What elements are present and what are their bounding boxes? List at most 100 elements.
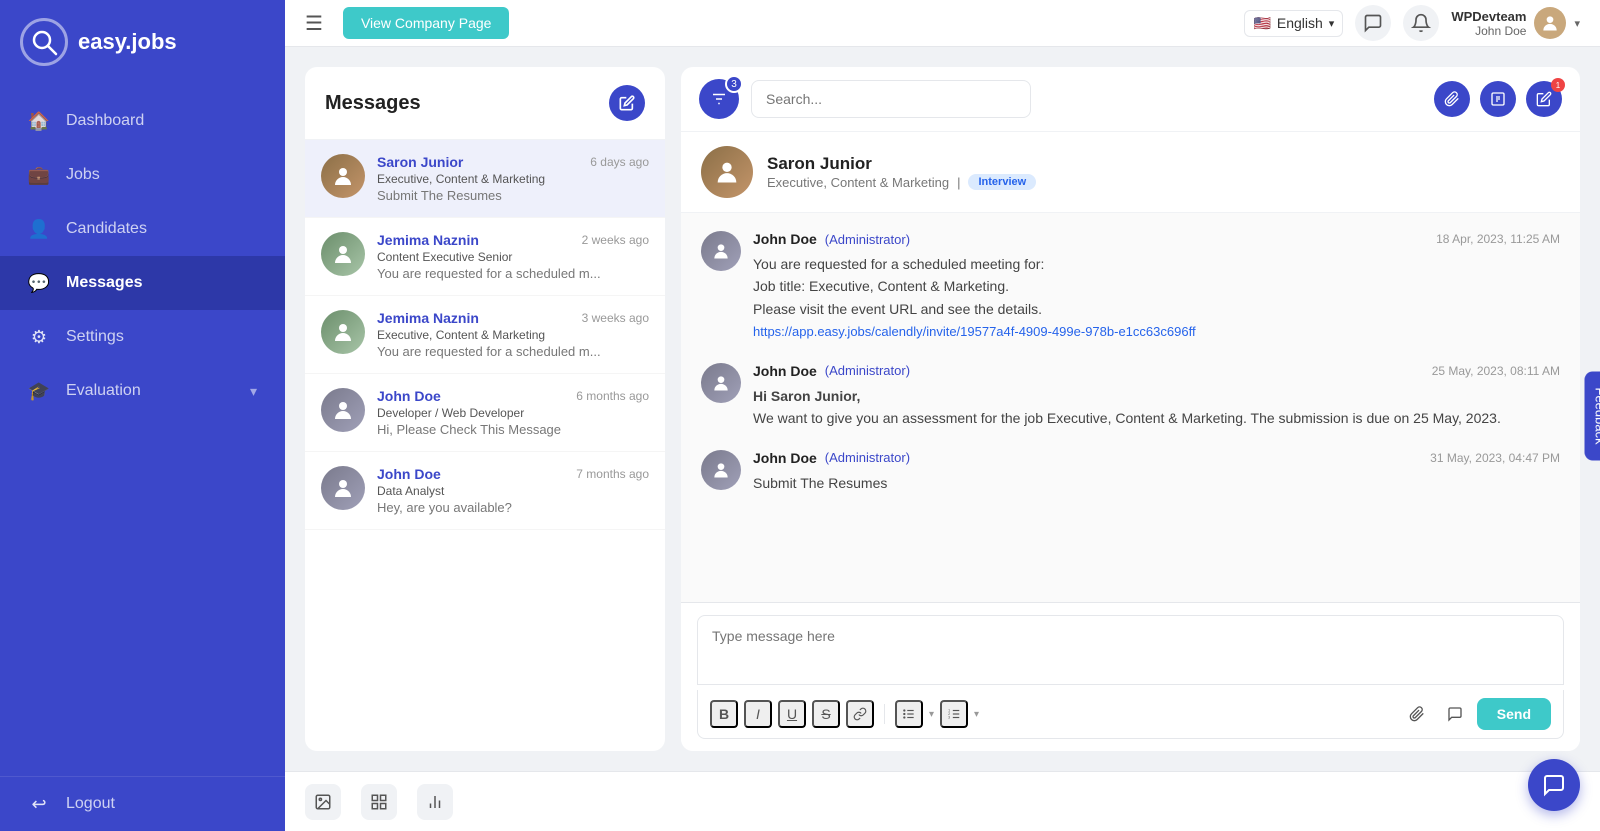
sidebar-item-label: Messages — [66, 274, 143, 292]
chevron-down-icon: ▾ — [250, 383, 257, 400]
sidebar-item-label: Candidates — [66, 220, 147, 238]
msg-link: https://app.easy.jobs/calendly/invite/19… — [753, 324, 1196, 339]
msg-role: (Administrator) — [825, 232, 910, 247]
list-item[interactable]: Jemima Naznin 3 weeks ago Executive, Con… — [305, 296, 665, 374]
avatar — [321, 232, 365, 276]
evaluation-icon: 🎓 — [28, 380, 50, 402]
msg-text: Submit The Resumes — [753, 472, 1560, 494]
message-sender: Jemima Naznin — [377, 232, 479, 248]
avatar — [321, 388, 365, 432]
avatar — [321, 154, 365, 198]
sidebar-item-jobs[interactable]: 💼 Jobs — [0, 148, 285, 202]
view-company-button[interactable]: View Company Page — [343, 7, 509, 39]
underline-button[interactable]: U — [778, 700, 806, 728]
chat-fab-button[interactable] — [1528, 759, 1580, 811]
attach-file-button[interactable] — [1401, 698, 1433, 730]
user-avatar — [1534, 7, 1566, 39]
compose-chat-button[interactable]: 1 — [1526, 81, 1562, 117]
notifications-icon-button[interactable] — [1403, 5, 1439, 41]
msg-sender: John Doe — [753, 450, 817, 466]
list-item[interactable]: Saron Junior 6 days ago Executive, Conte… — [305, 140, 665, 218]
contact-avatar — [701, 146, 753, 198]
bottom-bar — [285, 771, 1600, 831]
sidebar-item-label: Jobs — [66, 166, 100, 184]
ordered-list-button[interactable]: 123 — [940, 700, 968, 728]
avatar — [321, 466, 365, 510]
chat-message: John Doe (Administrator) 25 May, 2023, 0… — [701, 363, 1560, 430]
message-time: 2 weeks ago — [582, 233, 649, 247]
bottom-icon-3[interactable] — [417, 784, 453, 820]
strikethrough-button[interactable]: S — [812, 700, 840, 728]
filter-badge: 3 — [725, 75, 743, 93]
language-selector[interactable]: 🇺🇸 English ▾ — [1244, 10, 1343, 37]
user-profile[interactable]: WPDevteam John Doe ▾ — [1451, 7, 1580, 39]
list-item[interactable]: Jemima Naznin 2 weeks ago Content Execut… — [305, 218, 665, 296]
chat-contact: Saron Junior Executive, Content & Market… — [681, 132, 1580, 213]
sidebar-item-label: Dashboard — [66, 112, 144, 130]
flag-icon: 🇺🇸 — [1253, 15, 1270, 32]
message-time: 7 months ago — [576, 467, 649, 481]
msg-time: 31 May, 2023, 04:47 PM — [1430, 451, 1560, 465]
message-preview: Hi, Please Check This Message — [377, 422, 649, 437]
template-button[interactable] — [1480, 81, 1516, 117]
chat-toolbar: B I U S ▾ 123 ▾ — [697, 690, 1564, 739]
bottom-icon-1[interactable] — [305, 784, 341, 820]
bold-button[interactable]: B — [710, 700, 738, 728]
list-item[interactable]: John Doe 7 months ago Data Analyst Hey, … — [305, 452, 665, 530]
quick-reply-button[interactable] — [1439, 698, 1471, 730]
bullet-list-button[interactable] — [895, 700, 923, 728]
content-area: Messages Saron Junior 6 days ago — [285, 47, 1600, 771]
italic-button[interactable]: I — [744, 700, 772, 728]
chat-header: 3 1 — [681, 67, 1580, 132]
contact-role: Executive, Content & Marketing | Intervi… — [767, 174, 1036, 190]
messages-icon: 💬 — [28, 272, 50, 294]
message-role: Developer / Web Developer — [377, 406, 649, 420]
filter-button[interactable]: 3 — [699, 79, 739, 119]
sidebar-item-settings[interactable]: ⚙ Settings — [0, 310, 285, 364]
sidebar-item-evaluation[interactable]: 🎓 Evaluation ▾ — [0, 364, 285, 418]
settings-icon: ⚙ — [28, 326, 50, 348]
bottom-icon-2[interactable] — [361, 784, 397, 820]
jobs-icon: 💼 — [28, 164, 50, 186]
sidebar-item-dashboard[interactable]: 🏠 Dashboard — [0, 94, 285, 148]
message-avatar — [701, 231, 741, 271]
message-role: Executive, Content & Marketing — [377, 172, 649, 186]
msg-sender: John Doe — [753, 231, 817, 247]
message-preview: Submit The Resumes — [377, 188, 649, 203]
message-input[interactable] — [697, 615, 1564, 685]
compose-badge: 1 — [1551, 78, 1565, 92]
chat-message: John Doe (Administrator) 18 Apr, 2023, 1… — [701, 231, 1560, 343]
link-button[interactable] — [846, 700, 874, 728]
msg-time: 25 May, 2023, 08:11 AM — [1432, 364, 1560, 378]
message-time: 6 months ago — [576, 389, 649, 403]
svg-text:3: 3 — [948, 716, 950, 720]
chevron-down-icon: ▾ — [929, 709, 934, 720]
sidebar-item-messages[interactable]: 💬 Messages — [0, 256, 285, 310]
logout-label: Logout — [66, 795, 115, 813]
menu-icon[interactable]: ☰ — [305, 11, 323, 36]
sidebar-item-candidates[interactable]: 👤 Candidates — [0, 202, 285, 256]
message-role: Executive, Content & Marketing — [377, 328, 649, 342]
chevron-down-icon: ▾ — [974, 709, 979, 720]
company-name: WPDevteam — [1451, 9, 1526, 24]
chat-icon-button[interactable] — [1355, 5, 1391, 41]
send-button[interactable]: Send — [1477, 698, 1551, 730]
compose-button[interactable] — [609, 85, 645, 121]
topbar-username: John Doe — [1451, 24, 1526, 38]
attachment-button[interactable] — [1434, 81, 1470, 117]
message-preview: Hey, are you available? — [377, 500, 649, 515]
msg-text: You are requested for a scheduled meetin… — [753, 253, 1560, 343]
chat-panel: 3 1 — [681, 67, 1580, 751]
feedback-tab[interactable]: Feedback — [1585, 371, 1600, 460]
contact-tag: Interview — [968, 174, 1036, 190]
messages-panel: Messages Saron Junior 6 days ago — [305, 67, 665, 751]
avatar — [321, 310, 365, 354]
message-sender: John Doe — [377, 388, 441, 404]
msg-text: Hi Saron Junior, We want to give you an … — [753, 385, 1560, 430]
home-icon: 🏠 — [28, 110, 50, 132]
chat-search-input[interactable] — [751, 80, 1031, 118]
logout-button[interactable]: ↩ Logout — [0, 776, 285, 831]
message-role: Data Analyst — [377, 484, 649, 498]
message-sender: Jemima Naznin — [377, 310, 479, 326]
list-item[interactable]: John Doe 6 months ago Developer / Web De… — [305, 374, 665, 452]
